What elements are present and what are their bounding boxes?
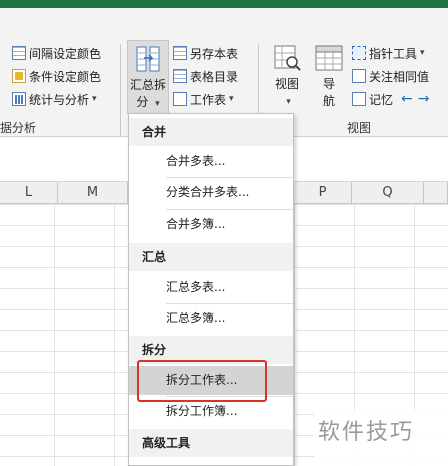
table-catalog-label: 表格目录: [190, 69, 239, 84]
statistics-label: 统计与分析: [29, 92, 90, 107]
pointer-tool-button[interactable]: 指针工具 ▾: [352, 43, 425, 63]
column-header-Q[interactable]: Q: [352, 182, 424, 204]
summary-split-label-line2-text: 分: [136, 95, 149, 109]
data-analysis-group-label: 据分析: [0, 121, 37, 135]
worksheet-label: 工作表: [190, 92, 227, 107]
ribbon-separator: [120, 44, 121, 138]
view-button[interactable]: 视图 ▾: [266, 43, 308, 113]
condition-color-icon: [12, 69, 26, 83]
interval-color-button[interactable]: 间隔设定颜色: [12, 43, 101, 63]
column-header-P-label: P: [318, 185, 327, 200]
summary-split-menu: 合并 合并多表... 分类合并多表... 合并多簿... 汇总 汇总多表... …: [128, 113, 294, 466]
column-header-M[interactable]: M: [58, 182, 128, 204]
summary-split-icon: [136, 46, 160, 72]
menu-header-summary: 汇总: [129, 243, 293, 271]
chevron-down-icon: ▾: [420, 48, 425, 58]
chevron-down-icon: ▾: [155, 99, 160, 109]
navigation-icon: [315, 45, 343, 71]
pointer-tool-label: 指针工具: [369, 46, 418, 61]
condition-color-button[interactable]: 条件设定颜色: [12, 66, 101, 86]
same-value-icon: [352, 69, 366, 83]
menu-header-advanced-tools: 高级工具: [129, 429, 293, 457]
chevron-down-icon: ▾: [92, 94, 97, 104]
save-sheet-button[interactable]: 另存本表: [173, 43, 238, 63]
memory-button[interactable]: 记忆 ← →: [352, 89, 429, 109]
summary-split-label-line1: 汇总拆: [129, 78, 166, 92]
column-header-Q-label: Q: [382, 185, 393, 200]
save-sheet-label: 另存本表: [190, 46, 239, 61]
column-header-L-label: L: [24, 185, 33, 200]
same-value-button[interactable]: 关注相同值: [352, 66, 429, 86]
navigation-label-line1: 导: [322, 77, 335, 91]
summary-split-label-line2: 分 ▾: [128, 94, 168, 113]
column-header-P[interactable]: P: [294, 182, 352, 204]
chevron-down-icon: ▾: [286, 97, 291, 107]
worksheet-icon: [173, 92, 187, 106]
pointer-tool-icon: [352, 46, 366, 60]
memory-icon: [352, 92, 366, 106]
column-header-R[interactable]: [424, 182, 448, 204]
column-header-L[interactable]: L: [0, 182, 58, 204]
condition-color-label: 条件设定颜色: [29, 69, 102, 84]
title-bar-strip: [0, 0, 448, 8]
worksheet-button[interactable]: 工作表 ▾: [173, 89, 234, 109]
menu-item-category-merge-sheets[interactable]: 分类合并多表...: [129, 178, 293, 207]
menu-header-merge: 合并: [129, 118, 293, 146]
menu-item-summary-sheets[interactable]: 汇总多表...: [129, 273, 293, 302]
interval-color-icon: [12, 46, 26, 60]
arrow-right-icon[interactable]: →: [418, 91, 430, 107]
arrow-left-icon[interactable]: ←: [401, 91, 413, 107]
view-icon: [274, 45, 301, 71]
table-catalog-button[interactable]: 表格目录: [173, 66, 238, 86]
column-header-M-label: M: [86, 185, 99, 200]
view-group-label: 视图: [347, 121, 372, 135]
menu-item-merge-sheets[interactable]: 合并多表...: [129, 147, 293, 176]
save-sheet-icon: [173, 46, 187, 60]
highlight-annotation-box: [137, 360, 267, 402]
menu-item-merge-workbooks[interactable]: 合并多簿...: [129, 210, 293, 239]
memory-label: 记忆: [369, 92, 394, 107]
statistics-analysis-button[interactable]: 统计与分析 ▾: [12, 89, 97, 109]
interval-color-label: 间隔设定颜色: [29, 46, 102, 61]
view-label: 视图: [274, 77, 299, 91]
statistics-icon: [12, 92, 26, 106]
menu-item-summary-workbooks[interactable]: 汇总多簿...: [129, 304, 293, 333]
watermark-text: 软件技巧: [314, 410, 448, 466]
summary-split-button[interactable]: 汇总拆 分 ▾: [127, 40, 169, 114]
table-catalog-icon: [173, 69, 187, 83]
navigation-label-line2: 航: [322, 94, 335, 108]
navigation-button[interactable]: 导 航: [312, 43, 346, 117]
chevron-down-icon: ▾: [229, 94, 234, 104]
same-value-label: 关注相同值: [369, 69, 430, 84]
